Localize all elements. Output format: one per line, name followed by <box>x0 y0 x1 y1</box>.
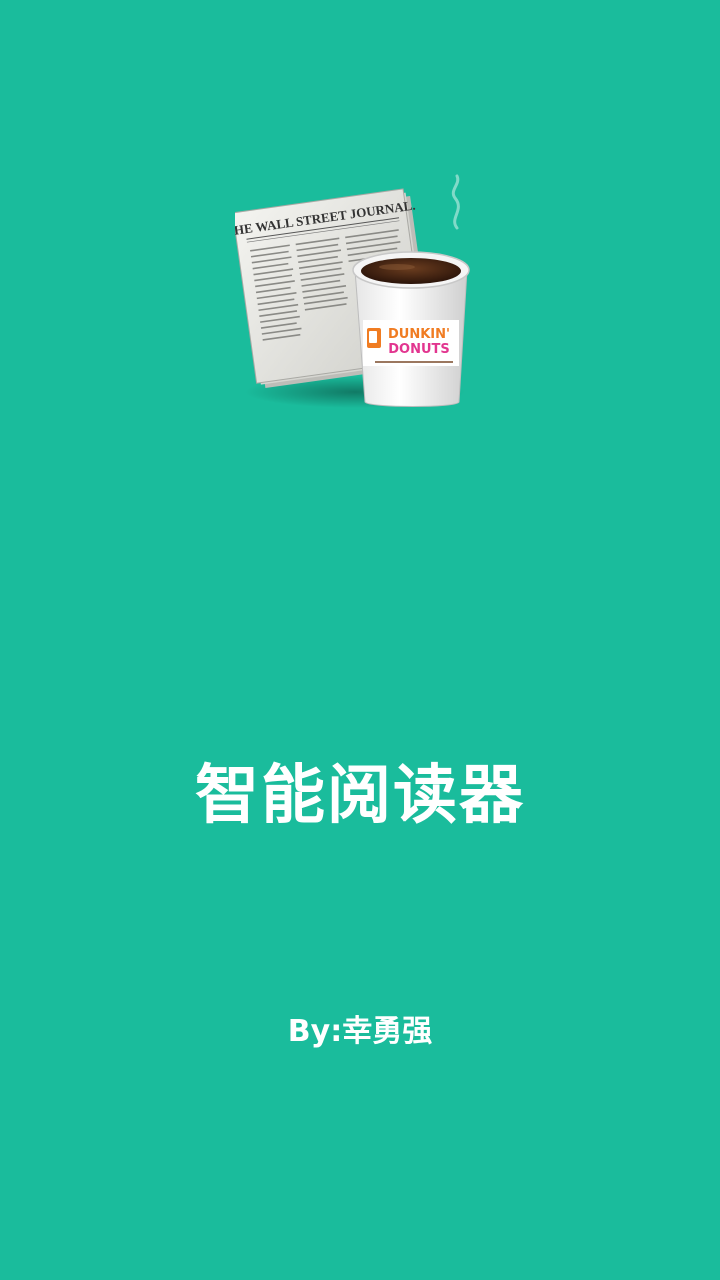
newspaper-coffee-icon: THE WALL STREET JOURNAL. DUNKIN' DONUTS <box>235 174 470 408</box>
splash-screen: THE WALL STREET JOURNAL. DUNKIN' DONUTS … <box>0 0 720 1280</box>
svg-text:DUNKIN': DUNKIN' <box>388 327 450 342</box>
author-credit: By:幸勇强 <box>287 1014 433 1049</box>
app-logo: THE WALL STREET JOURNAL. DUNKIN' DONUTS <box>235 170 485 430</box>
svg-text:DONUTS: DONUTS <box>388 342 450 357</box>
app-title: 智能阅读器 <box>195 759 525 833</box>
